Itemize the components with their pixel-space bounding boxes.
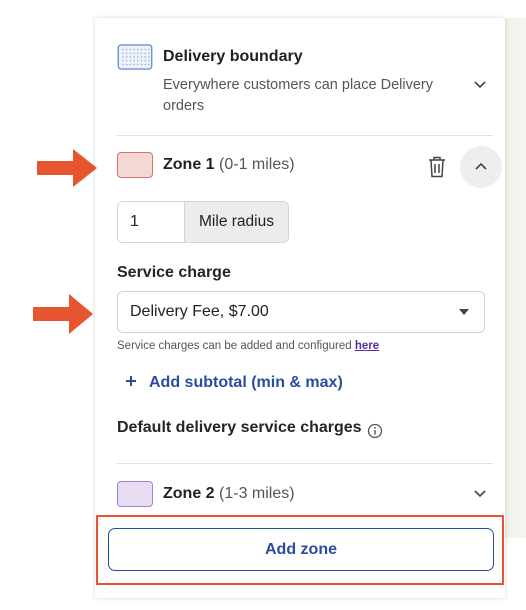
plus-icon bbox=[126, 376, 136, 386]
chevron-down-icon[interactable] bbox=[467, 72, 493, 98]
zone-2-color-swatch bbox=[117, 481, 153, 507]
service-charge-select[interactable]: Delivery Fee, $7.00 bbox=[117, 291, 485, 333]
help-link[interactable]: here bbox=[355, 340, 379, 352]
zone-1-color-swatch bbox=[117, 152, 153, 178]
zone-2-name: Zone 2 bbox=[163, 485, 215, 502]
service-charge-help: Service charges can be added and configu… bbox=[117, 340, 379, 352]
delivery-boundary-subtitle: Everywhere customers can place Delivery … bbox=[163, 77, 433, 114]
mile-radius-unit: Mile radius bbox=[184, 202, 288, 242]
mile-radius-input-group: 1 Mile radius bbox=[117, 201, 289, 243]
divider bbox=[117, 463, 493, 464]
zone-2-title: Zone 2 (1-3 miles) bbox=[163, 485, 295, 503]
dotted-map-swatch-icon bbox=[117, 44, 153, 70]
zone-1-range: (0-1 miles) bbox=[219, 156, 295, 173]
default-charges-label: Default delivery service charges bbox=[117, 419, 362, 436]
service-charge-label: Service charge bbox=[117, 264, 231, 281]
zone-1-title: Zone 1 (0-1 miles) bbox=[163, 156, 295, 174]
delivery-boundary-title: Delivery boundary bbox=[163, 48, 303, 65]
zone-1-name: Zone 1 bbox=[163, 156, 215, 173]
chevron-up-icon bbox=[475, 162, 487, 170]
add-zone-button[interactable]: Add zone bbox=[108, 528, 494, 571]
annotation-arrow-service-charge bbox=[33, 294, 93, 334]
collapse-zone-1-button[interactable] bbox=[460, 146, 502, 188]
mile-radius-input[interactable]: 1 bbox=[118, 202, 184, 242]
trash-icon[interactable] bbox=[427, 155, 447, 179]
service-charge-value: Delivery Fee, $7.00 bbox=[130, 303, 269, 320]
chevron-down-icon[interactable] bbox=[467, 481, 493, 507]
info-icon[interactable] bbox=[367, 423, 383, 439]
zone-2-range: (1-3 miles) bbox=[219, 485, 295, 502]
caret-down-icon bbox=[459, 309, 469, 315]
add-subtotal-button[interactable]: Add subtotal (min & max) bbox=[123, 374, 343, 392]
divider bbox=[117, 135, 493, 136]
add-subtotal-label: Add subtotal (min & max) bbox=[149, 374, 343, 391]
help-text: Service charges can be added and configu… bbox=[117, 340, 352, 352]
map-edge bbox=[503, 18, 526, 538]
annotation-arrow-zone bbox=[37, 149, 97, 187]
